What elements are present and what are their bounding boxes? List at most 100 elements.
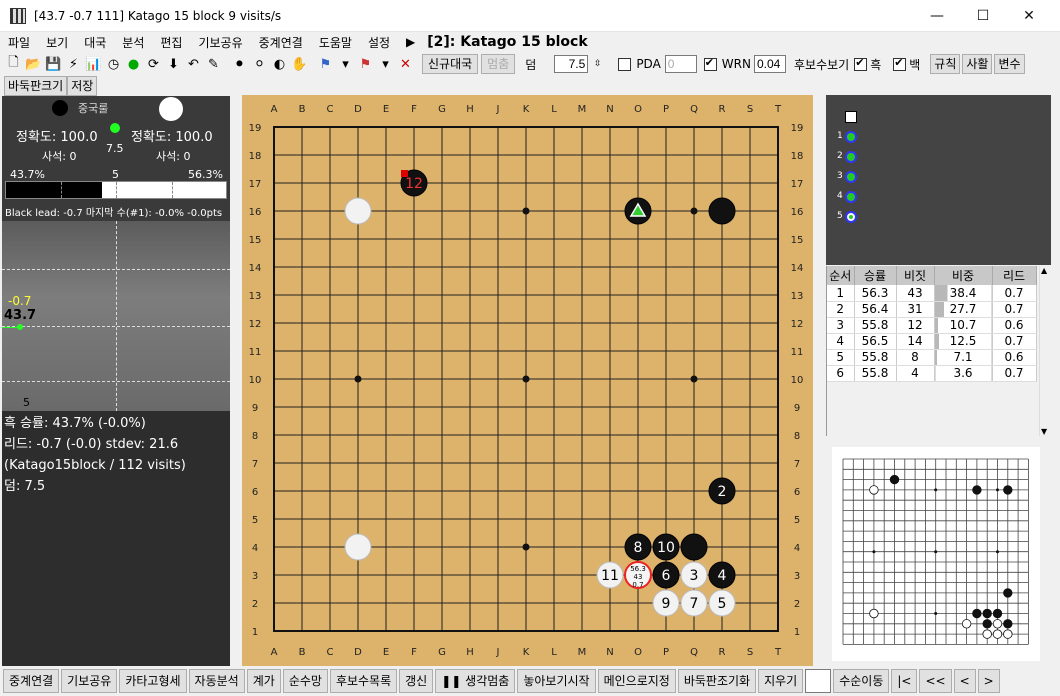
board-size-button[interactable]: 바둑판크기 [4, 76, 68, 96]
play-arrow-icon[interactable]: ▶ [398, 35, 423, 49]
move-number-input[interactable] [805, 669, 832, 693]
mini-black-stone [972, 485, 982, 495]
new-file-icon[interactable]: 🗋 [4, 55, 23, 74]
tree-node[interactable] [845, 131, 857, 143]
row-label: 19 [249, 123, 262, 134]
move-number-label: 4 [718, 568, 727, 584]
black-stone[interactable] [708, 197, 736, 225]
menu-broadcast[interactable]: 중계연결 [251, 34, 311, 51]
back-one-button[interactable]: < [953, 669, 976, 693]
graph-icon[interactable]: 📊 [84, 55, 103, 74]
pencil-icon[interactable]: ✎ [204, 55, 223, 74]
count-button[interactable]: 계가 [246, 669, 281, 693]
save-icon[interactable]: 💾 [44, 55, 63, 74]
board-svg[interactable]: AABBCCDDEEFFGGHHJJKKLLMMNNOOPPQQRRSSTT19… [242, 95, 813, 666]
delete-icon[interactable]: ✕ [396, 55, 415, 74]
new-game-button[interactable]: 신규대국 [422, 54, 479, 74]
col-weight[interactable]: 비중 [934, 266, 993, 285]
forward-one-button[interactable]: > [977, 669, 1000, 693]
col-visits[interactable]: 비짓 [896, 266, 935, 285]
komi-input[interactable] [554, 55, 589, 73]
table-cell: 55.8 [854, 349, 897, 366]
first-move-button[interactable]: |< [891, 669, 918, 693]
pause-button[interactable]: 멈춤 [481, 54, 516, 74]
table-row[interactable]: 6 55.8 4 3.6 0.7 [827, 365, 1037, 382]
mixed-stone-icon[interactable]: ◐ [270, 55, 289, 74]
minimize-button[interactable]: — [914, 0, 960, 32]
menu-help[interactable]: 도움말 [311, 34, 360, 51]
tree-node[interactable] [845, 151, 857, 163]
menu-game[interactable]: 대국 [76, 34, 114, 51]
hand-icon[interactable]: ✋ [290, 55, 309, 74]
undo-icon[interactable]: ↶ [184, 55, 203, 74]
try-play-button[interactable]: 놓아보기시작 [517, 669, 596, 693]
wrn-checkbox[interactable] [703, 56, 717, 71]
down-arrow-icon[interactable]: ⬇ [164, 55, 183, 74]
close-button[interactable]: ✕ [1006, 0, 1052, 32]
col-winrate[interactable]: 승률 [854, 266, 897, 285]
candidate-list-button[interactable]: 후보수목록 [329, 669, 398, 693]
white-stone[interactable] [344, 533, 372, 561]
black-stone-icon[interactable]: ⚫ [230, 55, 249, 74]
table-row[interactable]: 4 56.5 14 12.5 0.7 [827, 333, 1037, 350]
refresh-button[interactable]: 갱신 [399, 669, 434, 693]
table-scrollbar[interactable]: ▲ ▼ [1039, 266, 1051, 436]
tree-root[interactable] [845, 111, 857, 123]
clear-button[interactable]: 지우기 [758, 669, 804, 693]
go-board[interactable]: A A B B C C D D E E F F G G H H J J K K L L M M N N O O P P Q Q R R S S T T 19… [242, 95, 813, 666]
refresh-icon[interactable]: ⟳ [144, 55, 163, 74]
variation-button[interactable]: 변수 [994, 54, 1025, 74]
katago-estimate-button[interactable]: 카타고형세 [119, 669, 187, 693]
white-stone[interactable] [344, 197, 372, 225]
green-circle-icon[interactable]: ● [124, 55, 143, 74]
table-row[interactable]: 5 55.8 8 7.1 0.6 [827, 349, 1037, 366]
clock-icon[interactable]: ◷ [104, 55, 123, 74]
engine-title: [2]: Katago 15 block [427, 34, 588, 50]
table-row[interactable]: 2 56.4 31 27.7 0.7 [827, 301, 1037, 318]
rules-button[interactable]: 규칙 [930, 54, 961, 74]
back-ten-button[interactable]: << [919, 669, 952, 693]
lightning-icon[interactable]: ⚡ [64, 55, 83, 74]
scroll-down-icon[interactable]: ▼ [1041, 427, 1047, 436]
col-lead[interactable]: 리드 [992, 266, 1037, 285]
policy-button[interactable]: 순수망 [282, 669, 328, 693]
move-tree[interactable]: 1 2 3 4 5 [826, 95, 1051, 265]
flag-red-icon[interactable]: ⚑ [356, 55, 375, 74]
col-order[interactable]: 순서 [827, 266, 855, 285]
situation-button[interactable]: 사활 [962, 54, 993, 74]
flag-blue-icon[interactable]: ⚑ [316, 55, 335, 74]
go-to-move-button[interactable]: 수순이동 [833, 669, 890, 693]
maximize-button[interactable]: ☐ [960, 0, 1006, 32]
save-button[interactable]: 저장 [67, 76, 98, 96]
scroll-up-icon[interactable]: ▲ [1041, 266, 1047, 275]
col-label: B [299, 647, 306, 658]
pda-input[interactable] [664, 55, 697, 73]
reset-board-button[interactable]: 바둑판조기화 [677, 669, 757, 693]
share-button[interactable]: 기보공유 [61, 669, 118, 693]
white-stone-icon[interactable]: ⚪ [250, 55, 269, 74]
menu-edit[interactable]: 편집 [152, 34, 190, 51]
menu-file[interactable]: 파일 [0, 34, 38, 51]
tree-node[interactable] [845, 211, 857, 223]
set-main-button[interactable]: 메인으로지정 [597, 669, 676, 693]
black-checkbox[interactable] [854, 56, 868, 71]
menu-settings[interactable]: 설정 [360, 34, 398, 51]
tree-node[interactable] [845, 171, 857, 183]
menu-view[interactable]: 보기 [38, 34, 76, 51]
black-stone[interactable] [680, 533, 708, 561]
broadcast-button[interactable]: 중계연결 [3, 669, 60, 693]
white-checkbox[interactable] [893, 56, 907, 71]
dropdown-icon[interactable]: ▾ [376, 55, 395, 74]
menu-analysis[interactable]: 분석 [114, 34, 152, 51]
auto-analysis-button[interactable]: 자동분석 [188, 669, 245, 693]
dropdown-icon[interactable]: ▾ [336, 55, 355, 74]
spinner-icon[interactable]: ⇳ [588, 55, 607, 74]
pda-checkbox[interactable] [618, 57, 632, 71]
open-folder-icon[interactable]: 📂 [24, 55, 43, 74]
table-row[interactable]: 3 55.8 12 10.7 0.6 [827, 317, 1037, 334]
wrn-input[interactable] [753, 55, 786, 73]
menu-share[interactable]: 기보공유 [190, 34, 250, 51]
stop-thinking-button[interactable]: ❚❚ 생각멈춤 [435, 669, 516, 693]
tree-node[interactable] [845, 191, 857, 203]
table-row[interactable]: 1 56.3 43 38.4 0.7 [827, 285, 1037, 302]
